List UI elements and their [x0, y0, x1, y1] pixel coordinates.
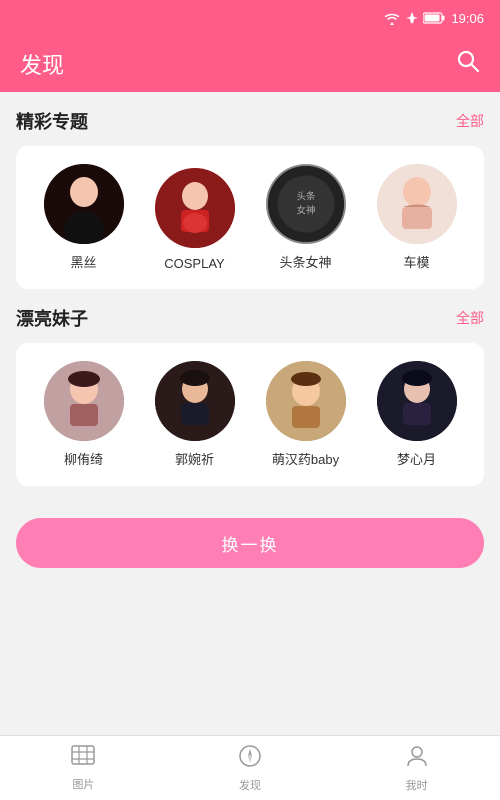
- bottom-nav: 图片 发现 我时: [0, 735, 500, 800]
- avatar: [44, 361, 124, 441]
- list-item[interactable]: 头条 女神 头条女神: [266, 164, 346, 271]
- list-item[interactable]: 柳侑绮: [44, 361, 124, 468]
- list-item[interactable]: 郭婉祈: [155, 361, 235, 468]
- nav-item-discover[interactable]: 发现: [167, 744, 334, 793]
- avatar: [44, 164, 124, 244]
- status-bar-right: 19:06: [383, 11, 484, 26]
- list-item[interactable]: COSPLAY: [155, 168, 235, 271]
- featured-avatars-row: 黑丝 COSPLAY: [28, 164, 472, 271]
- compass-icon: [238, 744, 262, 768]
- list-item[interactable]: 车模: [377, 164, 457, 271]
- nav-label-pictures: 图片: [72, 776, 94, 792]
- nav-label-home: 我时: [406, 777, 428, 793]
- avatar: [155, 361, 235, 441]
- avatar: [266, 361, 346, 441]
- girls-avatars-row: 柳侑绮 郭婉祈: [28, 361, 472, 468]
- image-icon: [71, 745, 95, 767]
- featured-card: 黑丝 COSPLAY: [16, 146, 484, 289]
- svg-text:头条: 头条: [296, 190, 316, 202]
- avatar: 头条 女神: [266, 164, 346, 244]
- list-item[interactable]: 萌汉药baby: [266, 361, 346, 468]
- avatar-label: 郭婉祈: [175, 449, 214, 468]
- airplane-icon: [405, 11, 419, 25]
- avatar: [377, 164, 457, 244]
- avatar-label: 头条女神: [279, 252, 331, 271]
- featured-section: 精彩专题 全部 黑丝: [16, 108, 484, 289]
- wifi-icon: [383, 11, 401, 25]
- page-title: 发现: [20, 48, 64, 80]
- discover-icon: [238, 744, 262, 774]
- girls-section-header: 漂亮妹子 全部: [16, 305, 484, 331]
- search-button[interactable]: [456, 49, 480, 79]
- person-icon: [405, 744, 429, 768]
- avatar-label: 柳侑绮: [64, 449, 103, 468]
- featured-title: 精彩专题: [16, 108, 88, 134]
- refresh-button[interactable]: 换一换: [16, 518, 484, 568]
- pictures-icon: [71, 745, 95, 773]
- time-display: 19:06: [451, 11, 484, 26]
- avatar-label: 黑丝: [70, 252, 96, 271]
- nav-item-home[interactable]: 我时: [333, 744, 500, 793]
- nav-item-pictures[interactable]: 图片: [0, 745, 167, 792]
- status-bar: 19:06: [0, 0, 500, 36]
- main-content: 精彩专题 全部 黑丝: [0, 92, 500, 584]
- list-item[interactable]: 梦心月: [377, 361, 457, 468]
- girls-title: 漂亮妹子: [16, 305, 88, 331]
- featured-all-button[interactable]: 全部: [456, 111, 484, 131]
- home-icon: [405, 744, 429, 774]
- girls-all-button[interactable]: 全部: [456, 308, 484, 328]
- featured-section-header: 精彩专题 全部: [16, 108, 484, 134]
- app-header: 发现: [0, 36, 500, 92]
- avatar-label: 车模: [403, 252, 429, 271]
- nav-label-discover: 发现: [239, 777, 261, 793]
- battery-icon: [423, 12, 445, 24]
- avatar-label: 梦心月: [397, 449, 436, 468]
- status-icons: [383, 11, 445, 25]
- svg-text:女神: 女神: [296, 205, 315, 217]
- avatar-label: 萌汉药baby: [272, 449, 339, 468]
- girls-section: 漂亮妹子 全部 柳侑绮: [16, 305, 484, 486]
- avatar: [155, 168, 235, 248]
- search-icon: [456, 49, 480, 73]
- list-item[interactable]: 黑丝: [44, 164, 124, 271]
- girls-card: 柳侑绮 郭婉祈: [16, 343, 484, 486]
- avatar: [377, 361, 457, 441]
- avatar-label: COSPLAY: [164, 256, 224, 271]
